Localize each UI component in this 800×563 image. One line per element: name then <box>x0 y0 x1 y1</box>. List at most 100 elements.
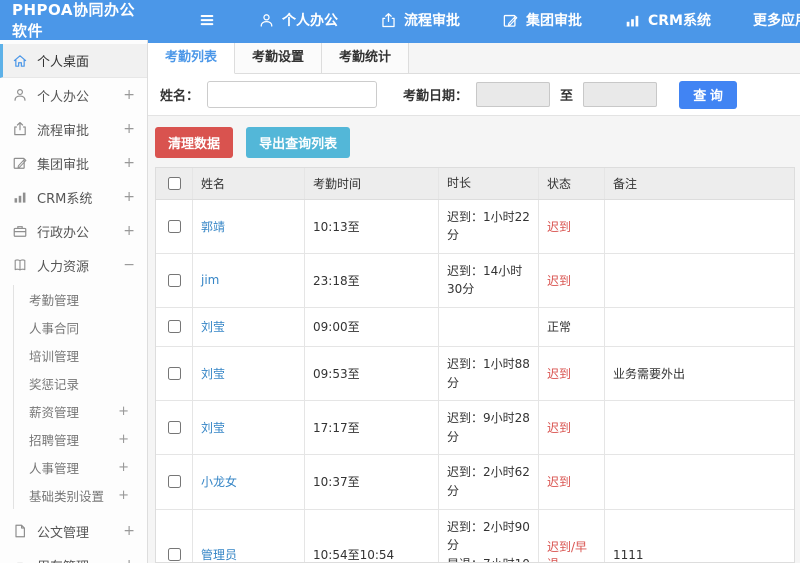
sidebar-item-1[interactable]: 个人办公 + <box>0 78 147 112</box>
expand-toggle[interactable]: + <box>123 121 135 137</box>
expand-toggle[interactable]: + <box>118 488 129 503</box>
sidebar-subitem-label: 人事管理 <box>29 460 80 476</box>
date-from-input[interactable] <box>476 82 551 107</box>
note-cell: 业务需要外出 <box>613 367 686 382</box>
expand-toggle[interactable]: + <box>123 189 135 205</box>
sidebar-item-6[interactable]: 人力资源 − <box>0 248 147 282</box>
sidebar: 个人桌面 个人办公 + 流程审批 + 集团审批 + CRM系统 + 行政办公 + 人力资源 − 考勤管理人… <box>0 40 148 563</box>
sidebar-subitem-6-7[interactable]: 基础类别设置 + <box>14 481 147 509</box>
tab-1[interactable]: 考勤设置 <box>235 43 323 73</box>
col-header-0: 姓名 <box>193 168 305 199</box>
clean-data-button[interactable]: 清理数据 <box>155 127 234 158</box>
sidebar-subitem-6-3[interactable]: 奖惩记录 <box>14 369 147 397</box>
attendance-time-cell: 10:54至10:54 <box>305 509 439 562</box>
expand-toggle[interactable]: + <box>118 432 129 447</box>
sidebar-item-4[interactable]: CRM系统 + <box>0 180 147 214</box>
topnav-item-0[interactable]: 个人办公 <box>258 10 338 30</box>
name-cell: 刘莹 <box>193 307 305 346</box>
sidebar-subitem-6-5[interactable]: 招聘管理 + <box>14 425 147 453</box>
employee-name-link[interactable]: 小龙女 <box>201 473 237 490</box>
table-row-0: 郭靖 10:13至 迟到：1小时22分 迟到 <box>156 199 794 254</box>
select-all-checkbox[interactable] <box>167 176 181 190</box>
sidebar-subitem-6-4[interactable]: 薪资管理 + <box>14 397 147 425</box>
row-checkbox[interactable] <box>167 367 181 381</box>
tab-strip: 考勤列表 考勤设置 考勤统计 <box>148 43 800 74</box>
status-cell: 迟到 <box>539 455 605 509</box>
sidebar-subitem-label: 奖惩记录 <box>29 376 80 392</box>
expand-toggle[interactable]: + <box>118 404 129 419</box>
employee-name-link[interactable]: jim <box>201 273 219 287</box>
filter-bar: 姓名： 考勤日期： 至 查 询 <box>148 74 800 116</box>
sidebar-item-5[interactable]: 行政办公 + <box>0 214 147 248</box>
home-icon <box>12 53 28 69</box>
date-to-input[interactable] <box>583 82 658 107</box>
employee-name-link[interactable]: 刘莹 <box>201 365 225 382</box>
sidebar-subitem-6-1[interactable]: 人事合同 <box>14 313 147 341</box>
expand-toggle[interactable]: + <box>118 460 129 475</box>
name-label: 姓名： <box>160 89 200 104</box>
sidebar-item-2[interactable]: 流程审批 + <box>0 112 147 146</box>
expand-toggle[interactable]: + <box>123 523 135 539</box>
topnav-item-1[interactable]: 流程审批 <box>380 10 460 30</box>
employee-name-link[interactable]: 郭靖 <box>201 218 225 235</box>
topnav-item-4[interactable]: 更多应用 <box>753 10 800 30</box>
table-row-1: jim 23:18至 迟到：14小时30分 迟到 <box>156 253 794 308</box>
topnav-item-2[interactable]: 集团审批 <box>502 10 582 30</box>
sidebar-item-3[interactable]: 集团审批 + <box>0 146 147 180</box>
topnav-item-label: 个人办公 <box>282 13 338 29</box>
top-bar: PHPOA协同办公软件 个人办公 流程审批 集团审批 CRM系统 更多应用 <box>0 0 800 40</box>
employee-name-link[interactable]: 刘莹 <box>201 419 225 436</box>
status-cell: 迟到 <box>539 346 605 401</box>
duration-cell: 迟到：9小时28分 <box>439 401 539 455</box>
sidebar-subitem-6-0[interactable]: 考勤管理 <box>14 285 147 313</box>
employee-name-link[interactable]: 管理员 <box>201 546 237 562</box>
employee-name-link[interactable]: 刘莹 <box>201 318 225 335</box>
main-content: 考勤列表 考勤设置 考勤统计 姓名： 考勤日期： 至 查 询 清理数据 导出查询列表… <box>148 40 800 563</box>
chart-icon <box>12 189 28 205</box>
sidebar-item-label: 人力资源 <box>37 259 90 275</box>
expand-toggle[interactable]: + <box>123 87 135 103</box>
edit-icon <box>12 155 28 171</box>
briefcase-icon <box>12 223 28 239</box>
expand-toggle[interactable]: + <box>123 223 135 239</box>
topnav-item-3[interactable]: CRM系统 <box>624 10 711 30</box>
row-checkbox[interactable] <box>167 273 181 287</box>
col-header-2: 时长 <box>439 168 539 199</box>
sidebar-subitem-6-2[interactable]: 培训管理 <box>14 341 147 369</box>
row-checkbox[interactable] <box>167 320 181 334</box>
expand-toggle[interactable]: + <box>123 557 135 563</box>
sidebar-subitem-label: 薪资管理 <box>29 404 80 420</box>
duration-cell: 迟到：2小时90分 早退：7小时10分 <box>439 509 539 562</box>
app-title: PHPOA协同办公软件 <box>12 1 135 40</box>
row-checkbox[interactable] <box>167 548 181 562</box>
tab-2[interactable]: 考勤统计 <box>322 43 410 73</box>
sidebar-item-7[interactable]: 公文管理 + <box>0 514 147 548</box>
sidebar-subitem-label: 招聘管理 <box>29 432 80 448</box>
to-label: 至 <box>560 89 574 104</box>
expand-toggle[interactable]: − <box>123 257 135 273</box>
checkbox-cell <box>156 401 193 455</box>
sidebar-submenu: 考勤管理 人事合同 培训管理奖惩记录薪资管理 + 招聘管理 + 人事管理 + 基础类别设置 + <box>13 285 147 509</box>
table-row-6: 管理员 10:54至10:54迟到：2小时90分 早退：7小时10分迟到/早退 11… <box>156 509 794 562</box>
row-checkbox[interactable] <box>167 475 181 489</box>
sidebar-subitem-6-6[interactable]: 人事管理 + <box>14 453 147 481</box>
table-row-4: 刘莹 17:17至 迟到：9小时28分 迟到 <box>156 401 794 456</box>
tab-0[interactable]: 考勤列表 <box>148 43 236 74</box>
sidebar-item-8[interactable]: 用车管理 + <box>0 548 147 563</box>
sidebar-item-label: 公文管理 <box>37 525 90 541</box>
attendance-time-cell: 10:37至 <box>305 455 439 509</box>
table-row-3: 刘莹 09:53至 迟到：1小时88分 迟到 业务需要外出 <box>156 346 794 402</box>
row-checkbox[interactable] <box>167 219 181 233</box>
search-button[interactable]: 查 询 <box>679 80 738 109</box>
sidebar-subitem-label: 基础类别设置 <box>29 488 105 504</box>
sidebar-item-label: 集团审批 <box>37 157 90 173</box>
row-checkbox[interactable] <box>167 421 181 435</box>
export-list-button[interactable]: 导出查询列表 <box>246 127 351 158</box>
select-all-cell <box>156 168 193 199</box>
name-search-input[interactable] <box>207 81 378 108</box>
sidebar-item-label: 个人桌面 <box>37 55 90 70</box>
expand-toggle[interactable]: + <box>123 155 135 171</box>
hamburger-button[interactable] <box>198 11 216 29</box>
sidebar-item-0[interactable]: 个人桌面 <box>0 44 147 78</box>
chart-icon <box>624 12 641 29</box>
